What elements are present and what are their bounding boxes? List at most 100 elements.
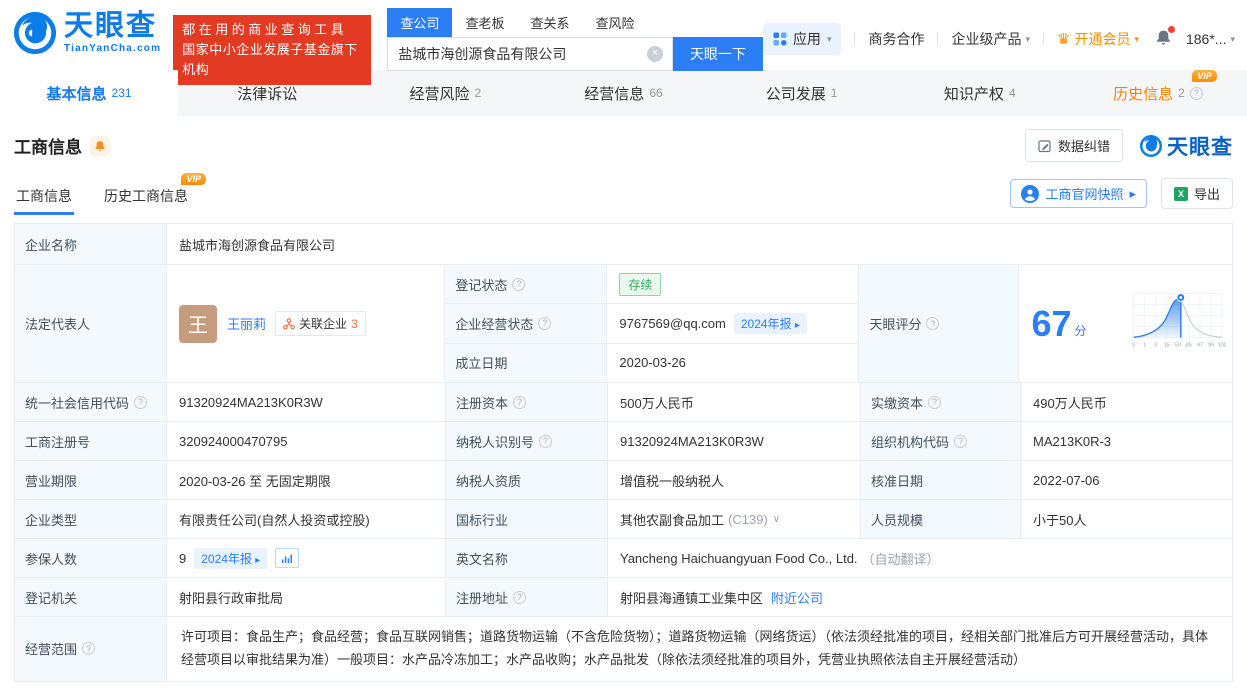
help-icon[interactable]: ? [926, 317, 939, 330]
chevron-down-icon[interactable]: ∨ [773, 514, 780, 525]
trend-chart-button[interactable] [275, 548, 299, 568]
company-type-value: 有限责任公司(自然人投资或控股) [167, 500, 446, 538]
nearby-companies-link[interactable]: 附近公司 [771, 588, 823, 607]
help-icon[interactable]: ? [539, 435, 552, 448]
search-button[interactable]: 天眼一下 [673, 37, 763, 71]
help-icon[interactable]: ? [513, 396, 526, 409]
notification-bell[interactable] [1155, 29, 1172, 49]
tab-basic-info[interactable]: 基本信息 231 [0, 70, 178, 116]
org-code-label: 组织机构代码? [861, 422, 1021, 460]
svg-text:85: 85 [1186, 342, 1192, 348]
account-menu[interactable]: 186*... ▾ [1186, 31, 1235, 47]
help-icon[interactable]: ? [512, 278, 525, 291]
vip-badge: VIP [181, 173, 206, 185]
score-unit: 分 [1075, 322, 1087, 339]
tab-count: 2 [475, 86, 482, 100]
logo-title: 天眼查 [64, 12, 161, 41]
tianyancha-logo[interactable]: 天眼查 TianYanCha.com [12, 10, 161, 56]
annual-report-label: 2024年报 [201, 552, 252, 566]
reg-status-value: 存续 [607, 265, 858, 303]
tab-label: 基本信息 [47, 83, 107, 104]
search-tab-boss[interactable]: 查老板 [452, 8, 517, 37]
tab-count: 231 [112, 86, 132, 100]
open-vip-menu[interactable]: ♛ 开通会员 ▾ [1057, 29, 1139, 49]
help-icon[interactable]: ? [134, 396, 147, 409]
chevron-down-icon: ▾ [1025, 34, 1030, 45]
registered-address-value: 射阳县海通镇工业集中区 附近公司 [608, 578, 1232, 616]
official-snapshot-button[interactable]: 工商官网快照 ▸ [1010, 179, 1147, 208]
search-input[interactable] [388, 46, 672, 62]
insured-count-value: 9 2024年报 ▸ [167, 539, 446, 577]
registry-authority-label: 登记机关 [15, 578, 167, 616]
search-tab-company[interactable]: 查公司 [387, 8, 452, 37]
data-correction-button[interactable]: 数据纠错 [1025, 129, 1123, 162]
tab-label: 经营信息 [584, 83, 644, 104]
search-tab-relation[interactable]: 查关系 [517, 8, 582, 37]
avatar[interactable]: 王 [179, 305, 217, 343]
tab-operation-risk[interactable]: 经营风险 2 [356, 70, 534, 116]
score-cell[interactable]: 67 分 [1019, 265, 1232, 382]
tab-operation-info[interactable]: 经营信息 66 [534, 70, 712, 116]
table-row-company-name: 企业名称 盐城市海创源食品有限公司 [15, 224, 1232, 264]
help-icon[interactable]: ? [513, 591, 526, 604]
apps-label: 应用 [793, 29, 821, 49]
clear-search-icon[interactable]: × [647, 46, 663, 62]
staff-size-value: 小于50人 [1021, 500, 1232, 538]
biz-status-value: 9767569@qq.com 2024年报 ▸ [607, 304, 858, 342]
subtab-business-info[interactable]: 工商信息 [14, 180, 74, 215]
person-circle-icon [1021, 185, 1039, 203]
annual-report-badge[interactable]: 2024年报 ▸ [194, 548, 267, 569]
approval-date-label: 核准日期 [861, 461, 1021, 499]
vip-badge: VIP [1192, 70, 1217, 82]
apps-menu[interactable]: 应用 ▾ [763, 23, 842, 55]
help-icon[interactable]: ? [1190, 87, 1203, 100]
help-icon[interactable]: ? [538, 317, 551, 330]
paid-in-capital-label: 实缴资本? [861, 383, 1021, 421]
monitor-bell-button[interactable] [90, 136, 110, 156]
taxpayer-qualification-label: 纳税人资质 [446, 461, 608, 499]
export-button[interactable]: X 导出 [1161, 178, 1233, 209]
related-companies-label: 关联企业 [299, 315, 347, 332]
annual-report-badge[interactable]: 2024年报 ▸ [734, 313, 807, 334]
help-icon[interactable]: ? [82, 642, 95, 655]
status-badge: 存续 [619, 273, 661, 296]
tab-legal-proceedings[interactable]: 法律诉讼 [178, 70, 356, 116]
table-row: 参保人数 9 2024年报 ▸ 英文名称 Yancheng Haichuangy… [15, 538, 1232, 577]
registered-capital-label: 注册资本? [446, 383, 608, 421]
business-cooperation-link[interactable]: 商务合作 [868, 29, 924, 49]
annual-report-label: 2024年报 [741, 317, 792, 331]
search-tab-risk[interactable]: 查风险 [582, 8, 647, 37]
enterprise-products-menu[interactable]: 企业级产品 ▾ [951, 29, 1030, 49]
arrow-right-icon: ▸ [1129, 186, 1136, 202]
establish-date-value: 2020-03-26 [607, 344, 858, 382]
promo-line1: 都在用的商业查询工具 [182, 20, 362, 40]
table-row-business-scope: 经营范围? 许可项目：食品生产；食品经营；食品互联网销售；道路货物运输（不含危险… [15, 616, 1232, 681]
divider [854, 32, 855, 46]
tab-label: 经营风险 [410, 83, 470, 104]
help-icon[interactable]: ? [928, 396, 941, 409]
enterprise-products-label: 企业级产品 [951, 29, 1021, 49]
svg-text:15: 15 [1164, 342, 1170, 348]
legal-rep-label: 法定代表人 [15, 265, 167, 382]
search-input-wrap: × [387, 37, 673, 71]
legal-rep-name-link[interactable]: 王丽莉 [227, 314, 266, 333]
arrow-right-icon: ▸ [255, 555, 260, 566]
biz-status-label: 企业经营状态 ? [445, 304, 607, 342]
business-scope-value: 许可项目：食品生产；食品经营；食品互联网销售；道路货物运输（不含危险货物）；道路… [167, 617, 1232, 681]
help-icon[interactable]: ? [954, 435, 967, 448]
org-chart-icon [283, 318, 295, 330]
edit-document-icon [1038, 139, 1052, 153]
bell-icon [94, 140, 106, 152]
paid-in-capital-value: 490万人民币 [1021, 383, 1232, 421]
top-right-nav: 应用 ▾ 商务合作 企业级产品 ▾ ♛ 开通会员 ▾ 186*... ▾ [763, 23, 1235, 55]
related-companies-badge[interactable]: 关联企业 3 [275, 311, 366, 336]
subtab-history-business-info[interactable]: 历史工商信息 VIP [102, 180, 190, 215]
tab-company-development[interactable]: 公司发展 1 [713, 70, 891, 116]
tab-intellectual-property[interactable]: 知识产权 4 [891, 70, 1069, 116]
tab-history-info[interactable]: 历史信息 2 ? VIP [1069, 70, 1247, 116]
brand-watermark: 天眼查 [1139, 131, 1233, 161]
insured-count-label: 参保人数 [15, 539, 167, 577]
official-snapshot-label: 工商官网快照 [1045, 184, 1123, 203]
staff-size-label: 人员规模 [861, 500, 1021, 538]
taxpayer-id-label: 纳税人识别号? [446, 422, 608, 460]
